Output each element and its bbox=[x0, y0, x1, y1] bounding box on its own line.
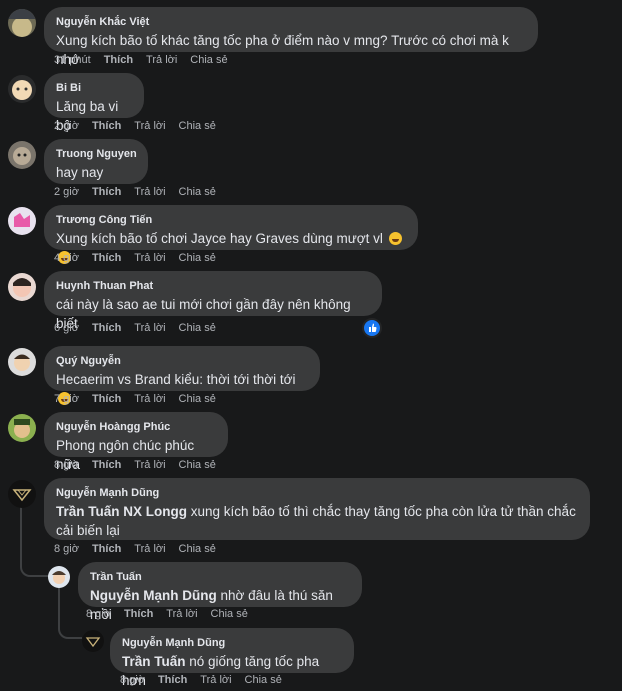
reply-button[interactable]: Trả lời bbox=[134, 543, 165, 555]
avatar[interactable] bbox=[8, 348, 36, 376]
comment-actions: 8 giờ Thích Trả lời Chia sẻ bbox=[54, 543, 229, 555]
comment-time[interactable]: 7 giờ bbox=[54, 393, 79, 405]
comment-bubble: Truong Nguyen hay nay bbox=[44, 139, 148, 184]
comment-time[interactable]: 2 giờ bbox=[54, 186, 79, 198]
reply-button[interactable]: Trả lời bbox=[134, 252, 165, 264]
comment-author[interactable]: Huynh Thuan Phat bbox=[56, 279, 370, 293]
share-button[interactable]: Chia sẻ bbox=[179, 393, 216, 405]
share-button[interactable]: Chia sẻ bbox=[179, 459, 216, 471]
comment-time[interactable]: 31 phút bbox=[54, 54, 91, 66]
comment-author[interactable]: Truong Nguyen bbox=[56, 147, 137, 161]
mention-link[interactable]: Trần Tuấn bbox=[122, 654, 186, 669]
share-button[interactable]: Chia sẻ bbox=[211, 608, 248, 620]
comment-time[interactable]: 8 giờ bbox=[120, 674, 145, 686]
comment-bubble: Trần Tuấn Nguyễn Mạnh Dũng nhờ đâu là th… bbox=[78, 562, 362, 622]
comment-author[interactable]: Nguyễn Hoàngg Phúc bbox=[56, 420, 216, 434]
comment-time[interactable]: 8 giờ bbox=[54, 543, 79, 555]
comment-bubble: Nguyễn Hoàngg Phúc Phong ngôn chúc phúc … bbox=[44, 412, 228, 472]
comment-actions: 2 giờ Thích Trả lời Chia sẻ bbox=[54, 120, 229, 132]
share-button[interactable]: Chia sẻ bbox=[179, 543, 216, 555]
comment-bubble: Huynh Thuan Phat cái này là sao ae tui m… bbox=[44, 271, 382, 331]
share-button[interactable]: Chia sẻ bbox=[179, 186, 216, 198]
comment-text: hay nay bbox=[56, 165, 104, 180]
avatar[interactable] bbox=[48, 566, 70, 588]
reply-button[interactable]: Trả lời bbox=[134, 322, 165, 334]
like-button[interactable]: Thích bbox=[92, 186, 121, 198]
mention-link[interactable]: Nguyễn Mạnh Dũng bbox=[90, 588, 217, 603]
comment-time[interactable]: 8 giờ bbox=[54, 459, 79, 471]
comment-actions: 31 phút Thích Trả lời Chia sẻ bbox=[54, 54, 241, 66]
comment-bubble: Trương Công Tiến Xung kích bão tố chơi J… bbox=[44, 205, 418, 264]
comment-bubble: Nguyễn Mạnh Dũng Trần Tuấn NX Longg xung… bbox=[44, 478, 590, 540]
comment-actions: 6 giờ Thích Trả lời Chia sẻ bbox=[54, 322, 229, 334]
like-button[interactable]: Thích bbox=[92, 120, 121, 132]
comment-author[interactable]: Trương Công Tiến bbox=[56, 213, 406, 227]
like-button[interactable]: Thích bbox=[124, 608, 153, 620]
comment-actions: 7 giờ Thích Trả lời Chia sẻ bbox=[54, 393, 229, 405]
comment-text: Trần Tuấn NX Longg xung kích bão tố thì … bbox=[56, 502, 578, 540]
comment-author[interactable]: Nguyễn Khắc Việt bbox=[56, 15, 526, 29]
comment-author[interactable]: Nguyễn Mạnh Dũng bbox=[122, 636, 342, 650]
comment-actions: 8 giờ Thích Trả lời Chia sẻ bbox=[54, 459, 229, 471]
comment-time[interactable]: 6 giờ bbox=[54, 322, 79, 334]
comment-bubble: Nguyễn Khắc Việt Xung kích bão tố khác t… bbox=[44, 7, 538, 67]
like-reaction-icon[interactable] bbox=[362, 318, 382, 338]
comment-author[interactable]: Bi Bi bbox=[56, 81, 132, 95]
comment-author[interactable]: Trần Tuấn bbox=[90, 570, 350, 584]
avatar[interactable] bbox=[8, 75, 36, 103]
avatar[interactable] bbox=[8, 9, 36, 37]
comment-actions: 8 giờ Thích Trả lời Chia sẻ bbox=[120, 674, 295, 686]
comment-actions: 8 giờ Thích Trả lời Chia sẻ bbox=[86, 608, 261, 620]
comment-author[interactable]: Quý Nguyễn bbox=[56, 354, 308, 368]
reply-button[interactable]: Trả lời bbox=[200, 674, 231, 686]
reply-button[interactable]: Trả lời bbox=[134, 459, 165, 471]
share-button[interactable]: Chia sẻ bbox=[190, 54, 227, 66]
comment-actions: 2 giờ Thích Trả lời Chia sẻ bbox=[54, 186, 229, 198]
like-button[interactable]: Thích bbox=[104, 54, 133, 66]
avatar[interactable] bbox=[8, 141, 36, 169]
comment-bubble: Nguyễn Mạnh Dũng Trần Tuấn nó giống tăng… bbox=[110, 628, 354, 688]
like-button[interactable]: Thích bbox=[92, 543, 121, 555]
like-button[interactable]: Thích bbox=[92, 459, 121, 471]
avatar[interactable] bbox=[8, 273, 36, 301]
comment-text-body: Hecaerim vs Brand kiểu: thời tới thời tớ… bbox=[56, 372, 296, 387]
comment-time[interactable]: 4 giờ bbox=[54, 252, 79, 264]
comment-author[interactable]: Nguyễn Mạnh Dũng bbox=[56, 486, 578, 500]
like-button[interactable]: Thích bbox=[158, 674, 187, 686]
comment-bubble: Bi Bi Lăng ba vi bộ bbox=[44, 73, 144, 133]
like-button[interactable]: Thích bbox=[92, 252, 121, 264]
comment-text-body: Xung kích bão tố chơi Jayce hay Graves d… bbox=[56, 231, 383, 246]
reply-button[interactable]: Trả lời bbox=[134, 120, 165, 132]
avatar[interactable] bbox=[82, 630, 104, 652]
rofl-emoji bbox=[388, 232, 402, 245]
comment-actions: 4 giờ Thích Trả lời Chia sẻ bbox=[54, 252, 229, 264]
like-button[interactable]: Thích bbox=[92, 322, 121, 334]
share-button[interactable]: Chia sẻ bbox=[179, 252, 216, 264]
share-button[interactable]: Chia sẻ bbox=[179, 120, 216, 132]
reply-button[interactable]: Trả lời bbox=[134, 186, 165, 198]
avatar[interactable] bbox=[8, 207, 36, 235]
like-button[interactable]: Thích bbox=[92, 393, 121, 405]
comment-time[interactable]: 2 giờ bbox=[54, 120, 79, 132]
share-button[interactable]: Chia sẻ bbox=[179, 322, 216, 334]
avatar[interactable] bbox=[8, 414, 36, 442]
reply-button[interactable]: Trả lời bbox=[134, 393, 165, 405]
mention-link[interactable]: Trần Tuấn NX Longg bbox=[56, 504, 187, 519]
share-button[interactable]: Chia sẻ bbox=[245, 674, 282, 686]
reply-button[interactable]: Trả lời bbox=[146, 54, 177, 66]
avatar[interactable] bbox=[8, 480, 36, 508]
comment-bubble: Quý Nguyễn Hecaerim vs Brand kiểu: thời … bbox=[44, 346, 320, 405]
comment-time[interactable]: 8 giờ bbox=[86, 608, 111, 620]
reply-button[interactable]: Trả lời bbox=[166, 608, 197, 620]
